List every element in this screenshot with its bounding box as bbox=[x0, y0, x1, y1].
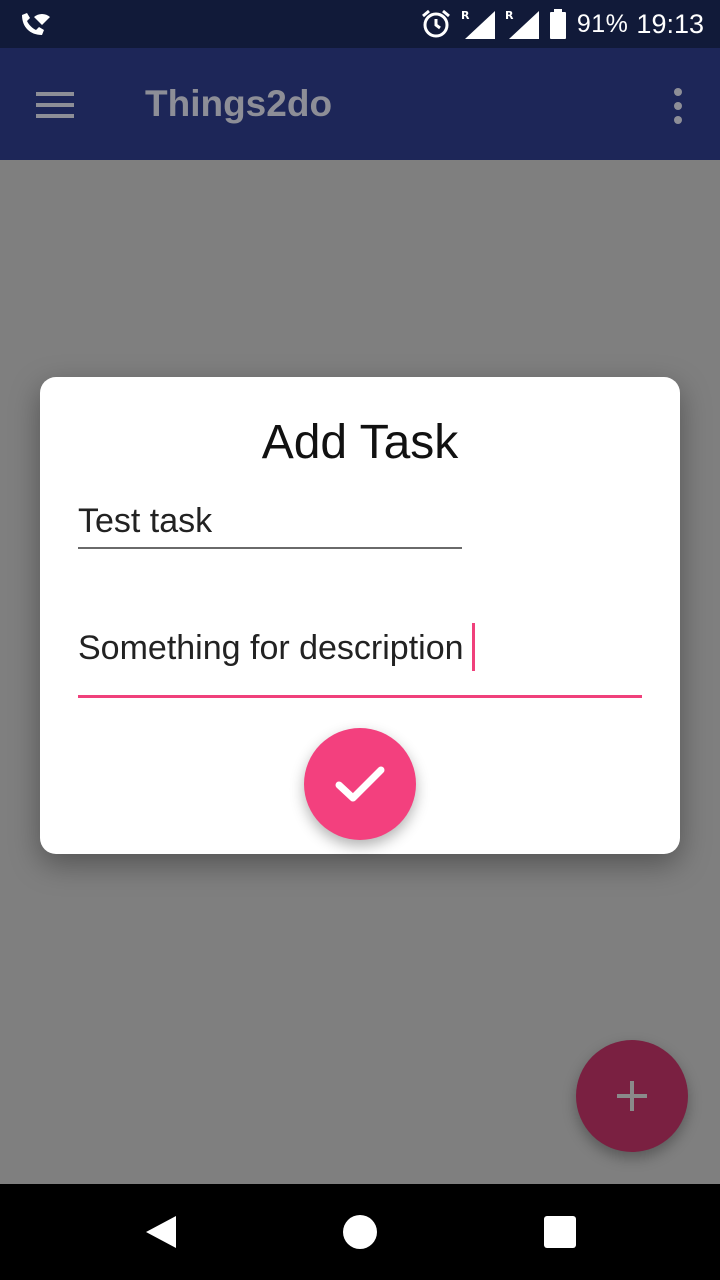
navigation-bar bbox=[0, 1184, 720, 1280]
menu-icon[interactable] bbox=[36, 90, 76, 120]
check-icon bbox=[335, 766, 385, 802]
wifi-call-icon bbox=[22, 13, 50, 35]
overflow-menu-icon[interactable] bbox=[670, 86, 686, 126]
battery-icon bbox=[549, 9, 566, 39]
dialog-title: Add Task bbox=[261, 416, 459, 469]
recent-apps-icon[interactable] bbox=[543, 1215, 577, 1249]
task-name-value: Test task bbox=[78, 502, 213, 540]
svg-text:R: R bbox=[505, 9, 514, 22]
back-icon[interactable] bbox=[142, 1214, 178, 1250]
battery-percent: 91% bbox=[576, 9, 629, 38]
svg-text:R: R bbox=[461, 9, 470, 22]
clock: 19:13 bbox=[636, 8, 704, 39]
alarm-icon bbox=[421, 9, 450, 38]
task-name-input[interactable]: Test task bbox=[78, 499, 462, 549]
plus-icon bbox=[617, 1081, 647, 1111]
status-icons: R R 91% 19:13 bbox=[421, 0, 704, 48]
screen: R R 91% 19:13 Things2do Add Task Test ta… bbox=[0, 0, 720, 1280]
task-description-value: Something for description bbox=[78, 629, 464, 667]
signal-r-icon: R bbox=[461, 9, 495, 39]
text-cursor bbox=[471, 623, 475, 672]
add-task-dialog: Add Task Test task Something for descrip… bbox=[40, 377, 680, 854]
app-bar: Things2do bbox=[0, 48, 720, 160]
signal-r-icon: R bbox=[505, 9, 539, 39]
home-icon[interactable] bbox=[342, 1214, 378, 1250]
status-bar: R R 91% 19:13 bbox=[0, 0, 720, 48]
task-description-input[interactable]: Something for description bbox=[78, 621, 642, 698]
app-title: Things2do bbox=[145, 83, 333, 124]
confirm-button[interactable] bbox=[304, 728, 416, 840]
add-task-fab[interactable] bbox=[576, 1040, 688, 1152]
